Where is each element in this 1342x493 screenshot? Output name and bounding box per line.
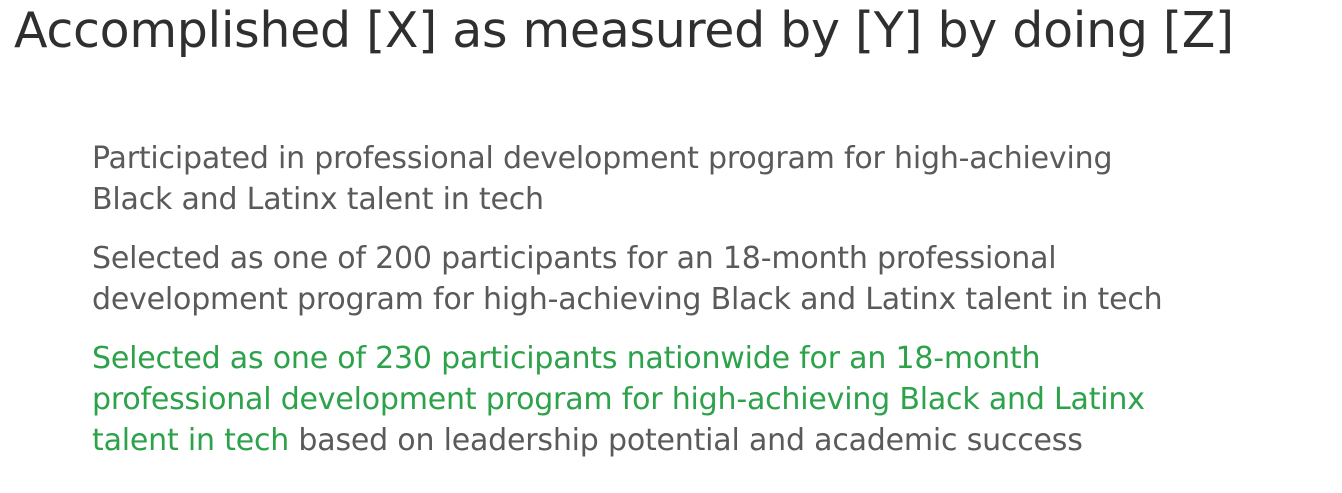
example-best: Selected as one of 230 participants nati… [92,338,1272,461]
examples-list: Participated in professional development… [92,138,1272,479]
highlighted-text: talent in tech [92,423,290,458]
example-line: development program for high-achieving B… [92,282,1163,317]
highlighted-text: professional development program for hig… [92,382,1145,417]
plain-text: based on leadership potential and academ… [289,423,1083,458]
example-line: Selected as one of 200 participants for … [92,241,1057,276]
highlighted-text: Selected as one of 230 participants nati… [92,341,1041,376]
example-line: Participated in professional development… [92,141,1113,176]
slide-title: Accomplished [X] as measured by [Y] by d… [14,2,1234,59]
example-weak: Participated in professional development… [92,138,1272,220]
example-line: Black and Latinx talent in tech [92,182,544,217]
example-better: Selected as one of 200 participants for … [92,238,1272,320]
